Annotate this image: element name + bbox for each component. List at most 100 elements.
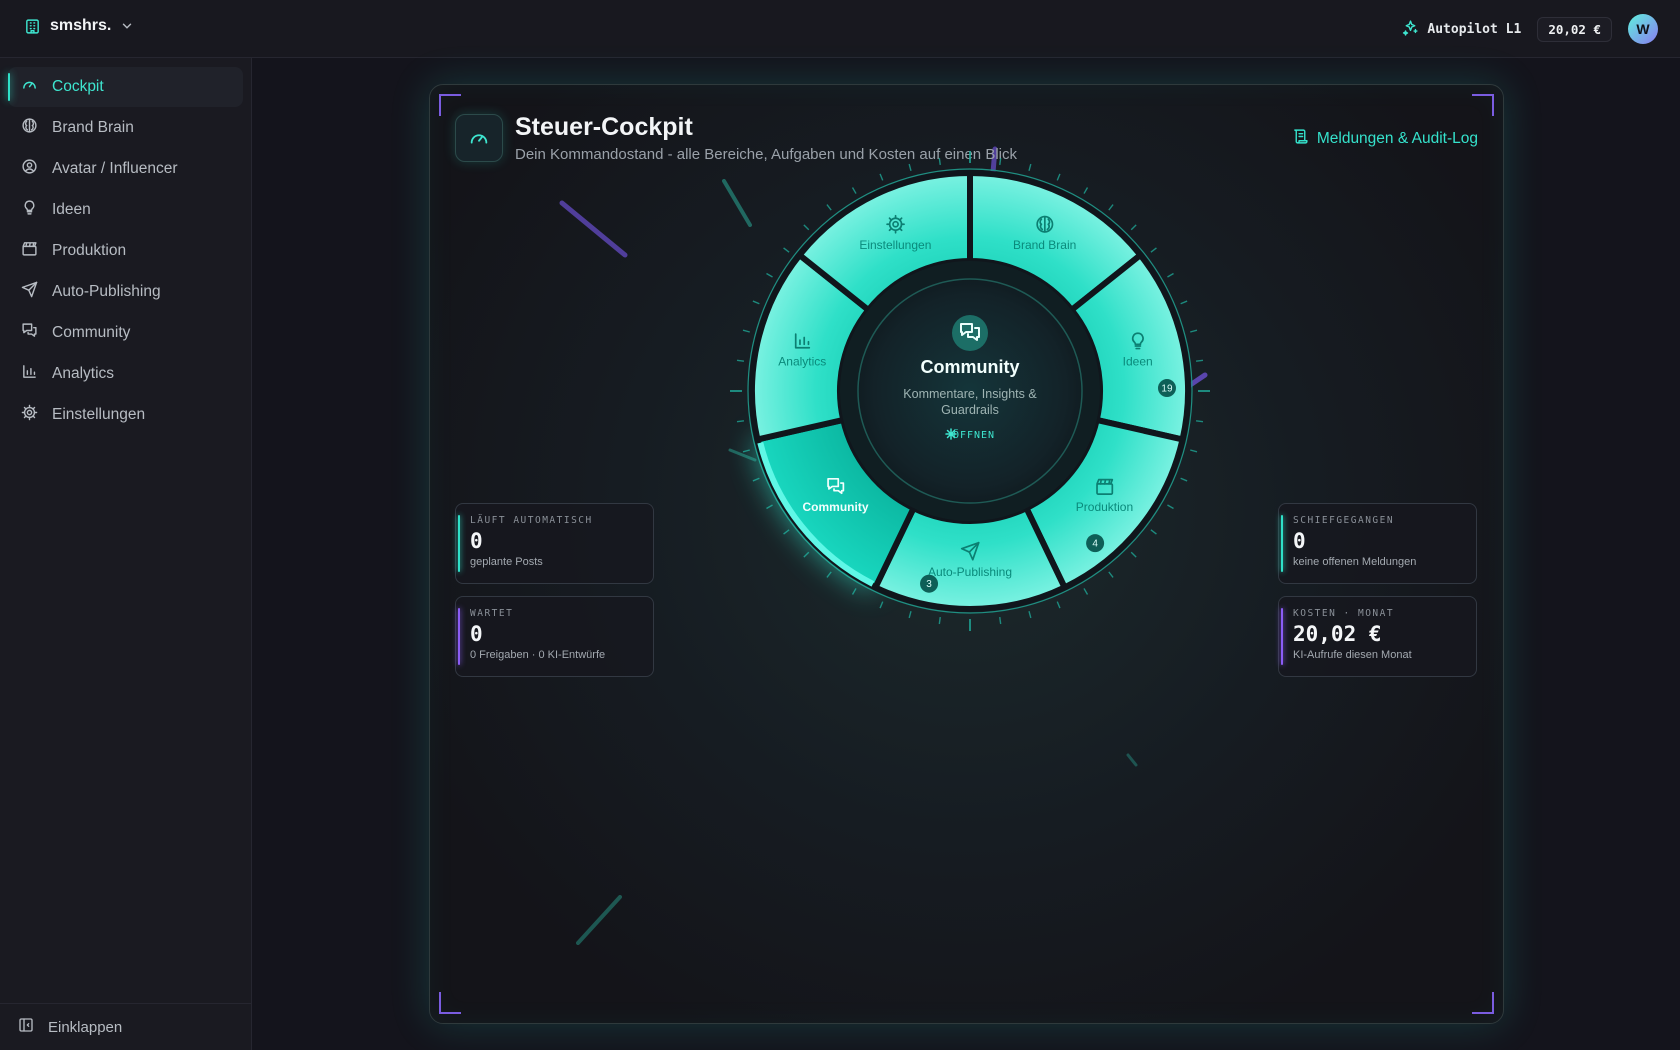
segment-badge-count: 19 [1161, 384, 1173, 395]
wheel-tick [1028, 611, 1032, 619]
wheel-tick [736, 359, 745, 362]
wheel-tick [766, 272, 773, 278]
stat-value: 20,02 € [1293, 622, 1382, 646]
wheel-tick [1108, 571, 1114, 578]
segment-label: Community [803, 500, 869, 514]
wheel-tick [1108, 204, 1114, 211]
sidebar-item-community[interactable]: Community [8, 313, 243, 353]
stat-note: KI-Aufrufe diesen Monat [1293, 649, 1412, 661]
wheel-tick [1180, 300, 1188, 305]
wheel-tick [803, 551, 810, 558]
autopilot-indicator[interactable]: Autopilot L1 [1402, 19, 1521, 40]
sidebar-item-label: Einstellungen [52, 406, 146, 423]
sidebar-item-brand-brain[interactable]: Brand Brain [8, 108, 243, 148]
wheel-tick [1190, 329, 1198, 333]
hub-open-button[interactable]: ÖFFNEN [945, 428, 995, 441]
wheel-tick [1056, 173, 1061, 181]
stat-value: 0 [470, 622, 483, 646]
segment-label: Brand Brain [1013, 238, 1076, 252]
audit-log-label: Meldungen & Audit-Log [1316, 130, 1478, 147]
sidebar-item-einstellungen[interactable]: Einstellungen [8, 395, 243, 435]
sidebar-item-produktion[interactable]: Produktion [8, 231, 243, 271]
hub-chat-icon-group [952, 315, 988, 351]
hub-open-label: ÖFFNEN [953, 428, 995, 441]
segment-label: Auto-Publishing [928, 565, 1012, 579]
wheel-tick [1056, 601, 1061, 609]
top-bar: smshrs. Autopilot L1 20,02 € W [0, 0, 1680, 58]
wheel-tick [826, 571, 832, 578]
sparkles-icon [1402, 19, 1419, 40]
sidebar-item-label: Analytics [52, 365, 115, 382]
brain-icon [21, 117, 38, 139]
wheel-tick [1195, 359, 1204, 362]
sidebar-item-label: Produktion [52, 242, 127, 259]
sidebar-nav: Cockpit Brand Brain Avatar / Influencer Ide… [0, 58, 251, 435]
audit-log-link[interactable]: Meldungen & Audit-Log [1292, 128, 1478, 150]
segment-badge-count: 4 [1092, 539, 1098, 550]
cost-chip: 20,02 € [1537, 16, 1612, 42]
clapperboard-icon [21, 240, 38, 262]
wheel-tick [1150, 529, 1157, 535]
lightbulb-icon [21, 199, 38, 221]
stat-label: KOSTEN · MONAT [1293, 608, 1395, 619]
wheel-tick [938, 616, 941, 625]
segment-label: Ideen [1123, 355, 1153, 369]
segment-badge-count: 3 [926, 579, 932, 590]
stat-card-costs: KOSTEN · MONAT 20,02 € KI-Aufrufe diesen… [1278, 596, 1477, 677]
scroll-text-icon [1292, 128, 1309, 150]
cockpit-panel: Steuer-Cockpit Dein Kommandostand - alle… [429, 84, 1504, 1024]
segment-label: Produktion [1076, 500, 1133, 514]
send-icon [21, 281, 38, 303]
main-area: Steuer-Cockpit Dein Kommandostand - alle… [252, 58, 1680, 1050]
building-icon [24, 18, 41, 35]
segment-label: Einstellungen [859, 238, 931, 252]
collapse-label: Einklappen [48, 1018, 123, 1036]
wheel-tick [851, 588, 857, 595]
user-circle-icon [21, 158, 38, 180]
hub-description: Kommentare, Insights & [903, 387, 1037, 401]
stat-value: 0 [1293, 529, 1306, 553]
chevron-down-icon [120, 19, 134, 33]
sidebar-item-label: Community [52, 324, 131, 341]
sidebar-item-label: Ideen [52, 201, 91, 218]
sidebar-collapse-icon [18, 1017, 34, 1037]
stat-card-auto: LÄUFT AUTOMATISCH 0 geplante Posts [455, 503, 654, 584]
stat-note: geplante Posts [470, 556, 543, 568]
wheel-tick [1180, 477, 1188, 482]
wheel-tick [879, 601, 884, 609]
sidebar-item-cockpit[interactable]: Cockpit [8, 67, 243, 107]
stat-note: 0 Freigaben · 0 KI-Entwürfe [470, 649, 606, 661]
wheel-tick [826, 204, 832, 211]
wheel-tick [742, 329, 750, 333]
wheel-tick [938, 157, 941, 166]
sidebar-item-ideen[interactable]: Ideen [8, 190, 243, 230]
stat-label: LÄUFT AUTOMATISCH [470, 515, 593, 526]
wheel-tick [1083, 588, 1089, 595]
sidebar-item-analytics[interactable]: Analytics [8, 354, 243, 394]
wheel-tick [908, 611, 912, 619]
sidebar-item-label: Brand Brain [52, 119, 134, 136]
sidebar: Cockpit Brand Brain Avatar / Influencer Ide… [0, 58, 252, 1050]
wheel-tick [999, 157, 1002, 166]
stat-value: 0 [470, 529, 483, 553]
wheel-tick [1150, 247, 1157, 253]
stat-card-failed: SCHIEFGEGANGEN 0 keine offenen Meldungen [1278, 503, 1477, 584]
wheel-tick [783, 529, 790, 535]
sidebar-item-avatar-influencer[interactable]: Avatar / Influencer [8, 149, 243, 189]
cockpit-header-icon [455, 114, 503, 162]
user-avatar[interactable]: W [1628, 14, 1658, 44]
collapse-sidebar-button[interactable]: Einklappen [0, 1003, 251, 1050]
wheel-tick [742, 449, 750, 453]
wheel-tick [879, 173, 884, 181]
sidebar-item-label: Avatar / Influencer [52, 160, 178, 177]
stat-label: SCHIEFGEGANGEN [1293, 515, 1395, 526]
bar-chart-icon [21, 363, 38, 385]
wheel-tick [1130, 551, 1137, 558]
workspace-switcher[interactable]: smshrs. [24, 17, 134, 35]
workspace-name: smshrs. [50, 17, 112, 34]
page-title: Steuer-Cockpit [515, 113, 693, 141]
gauge-icon [21, 76, 38, 98]
stat-card-waiting: WARTET 0 0 Freigaben · 0 KI-Entwürfe [455, 596, 654, 677]
hub-description: Guardrails [941, 403, 999, 417]
sidebar-item-auto-publishing[interactable]: Auto-Publishing [8, 272, 243, 312]
